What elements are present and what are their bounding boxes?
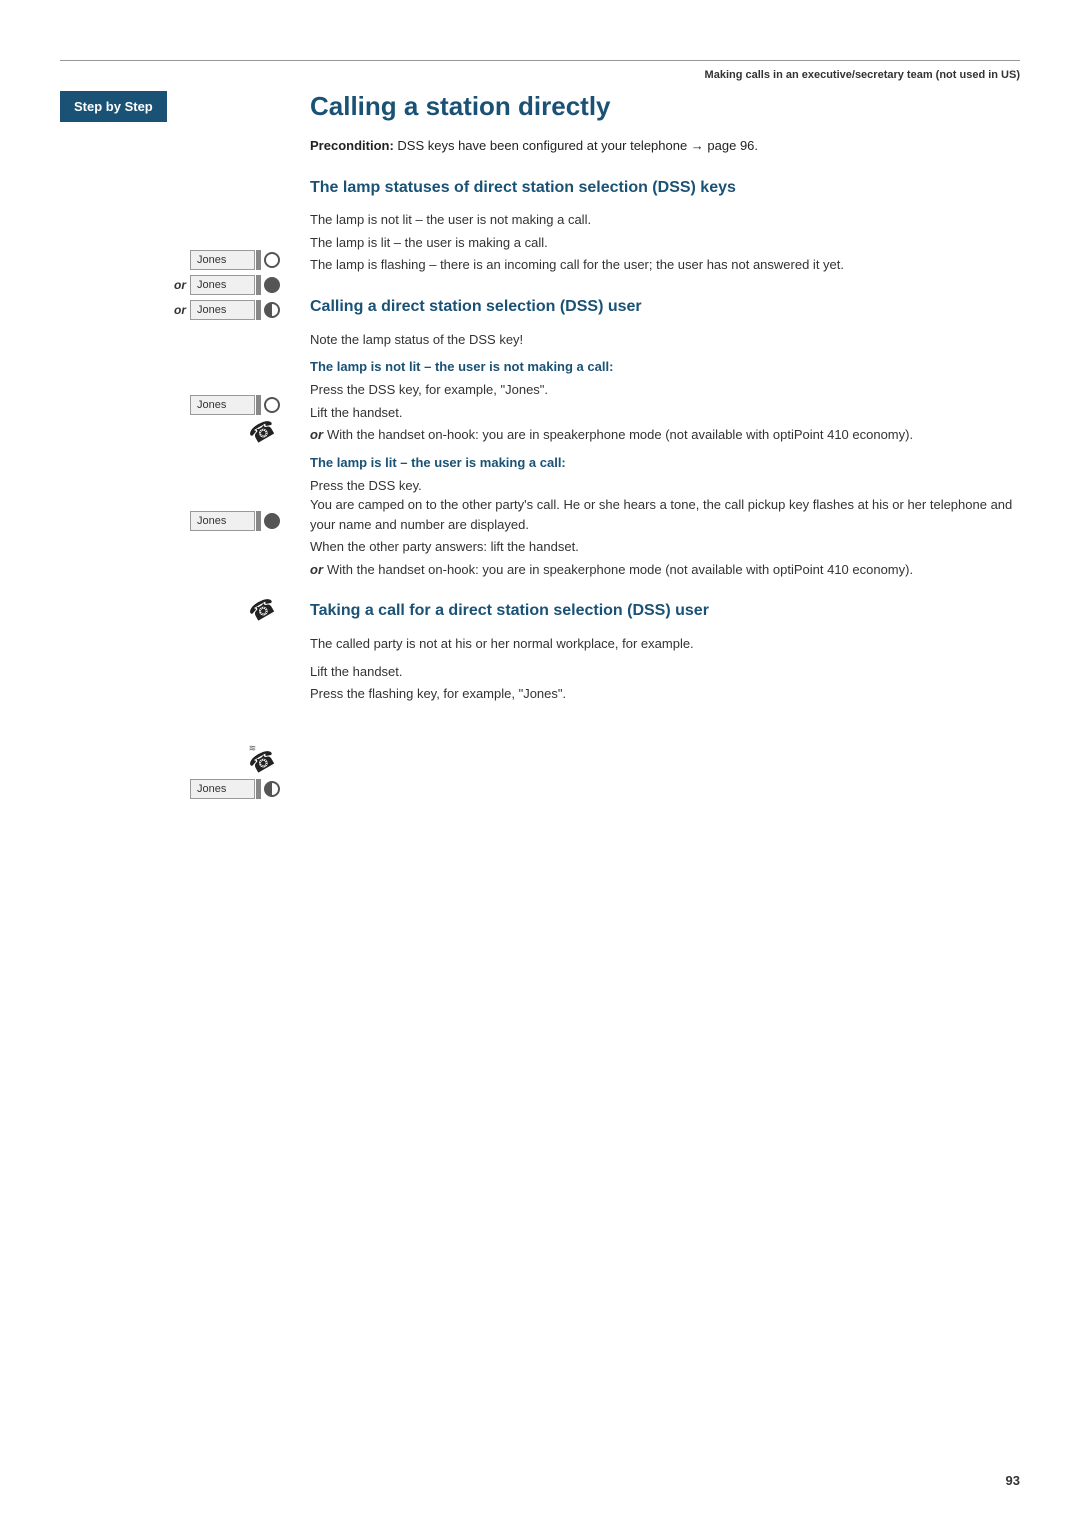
connector-2 [256,275,261,295]
precondition-text: DSS keys have been configured at your te… [394,138,758,153]
step-speakerphone-lit: or With the handset on-hook: you are in s… [310,560,1020,580]
lamp-on-2 [264,277,280,293]
step-lift-taking: Lift the handset. [310,662,1020,682]
lamp-half-3 [264,302,280,318]
or-label-2: or [174,278,186,292]
dss-key-not-lit: Jones [60,395,280,415]
lamp-desc-3: The lamp is flashing – there is an incom… [310,255,1020,275]
handset-icon-row-2: ☎ [60,597,280,623]
step-by-step-box: Step by Step [60,91,167,122]
lamp-row-3: or Jones [60,300,280,320]
handset-icon-row-1: ☎ [60,419,280,445]
lamp-flash [264,781,280,797]
precondition-block: Precondition: DSS keys have been configu… [310,136,1020,156]
main-title: Calling a station directly [310,91,1020,122]
dss-box-2: Jones [190,275,255,295]
jones-label-2: Jones [197,279,226,291]
connector-3 [256,300,261,320]
step-press-dss-notlit: Press the DSS key, for example, "Jones". [310,380,1020,400]
dss-key-flash: Jones [60,779,280,799]
dss-box-1: Jones [190,250,255,270]
lamp-lit [264,513,280,529]
lamp-desc-1: The lamp is not lit – the user is not ma… [310,210,1020,230]
connector-flash [256,779,261,799]
handset-icon-1: ☎ [244,414,281,450]
lamp-statuses-section: The lamp statuses of direct station sele… [310,178,1020,275]
step-other-party: When the other party answers: lift the h… [310,537,1020,557]
dss-box-flash: Jones [190,779,255,799]
lamp-row-2: or Jones [60,275,280,295]
lamp-row-1: Jones [60,250,280,270]
lamp-off-1 [264,252,280,268]
lamp-section-title: The lamp statuses of direct station sele… [310,178,1020,199]
sidebar-col: Step by Step Jones or Jones [60,91,280,803]
page-header: Making calls in an executive/secretary t… [0,61,1080,81]
connector-1 [256,250,261,270]
jones-notlit: Jones [197,399,226,411]
dss-box-3: Jones [190,300,255,320]
lamp-lit-subtitle: The lamp is lit – the user is making a c… [310,455,1020,470]
jones-lit: Jones [197,515,226,527]
speakerphone-lit-text: With the handset on-hook: you are in spe… [327,562,913,577]
taking-call-title: Taking a call for a direct station selec… [310,601,1020,622]
page-number: 93 [1006,1473,1020,1488]
taking-call-text1: The called party is not at his or her no… [310,634,1020,654]
connector-lit [256,511,261,531]
step-press-flash: Press the flashing key, for example, "Jo… [310,684,1020,704]
precondition-label: Precondition: [310,138,394,153]
lamp-notlit [264,397,280,413]
content-col: Calling a station directly Precondition:… [280,91,1020,803]
jones-flash: Jones [197,783,226,795]
speakerphone-notlit-text: With the handset on-hook: you are in spe… [327,427,913,442]
dss-box-lit: Jones [190,511,255,531]
step-press-dss-lit: Press the DSS key.You are camped on to t… [310,476,1020,535]
or-label-3: or [174,303,186,317]
jones-label-1: Jones [197,254,226,266]
dss-user-section: Calling a direct station selection (DSS)… [310,297,1020,579]
taking-call-section: Taking a call for a direct station selec… [310,601,1020,703]
dss-box-notlit: Jones [190,395,255,415]
jones-label-3: Jones [197,304,226,316]
or-notlit: or [310,427,323,442]
step-lift-handset-notlit: Lift the handset. [310,403,1020,423]
lamp-desc-2: The lamp is lit – the user is making a c… [310,233,1020,253]
lamp-not-lit-subtitle: The lamp is not lit – the user is not ma… [310,359,1020,374]
handset-vibrate-row: ≋ ☎ [60,749,280,775]
dss-user-title: Calling a direct station selection (DSS)… [310,297,1020,318]
handset-icon-2: ☎ [244,592,281,628]
dss-note: Note the lamp status of the DSS key! [310,330,1020,350]
step-speakerphone-notlit: or With the handset on-hook: you are in s… [310,425,1020,445]
dss-key-lit: Jones [60,511,280,531]
connector-notlit [256,395,261,415]
or-lit: or [310,562,323,577]
